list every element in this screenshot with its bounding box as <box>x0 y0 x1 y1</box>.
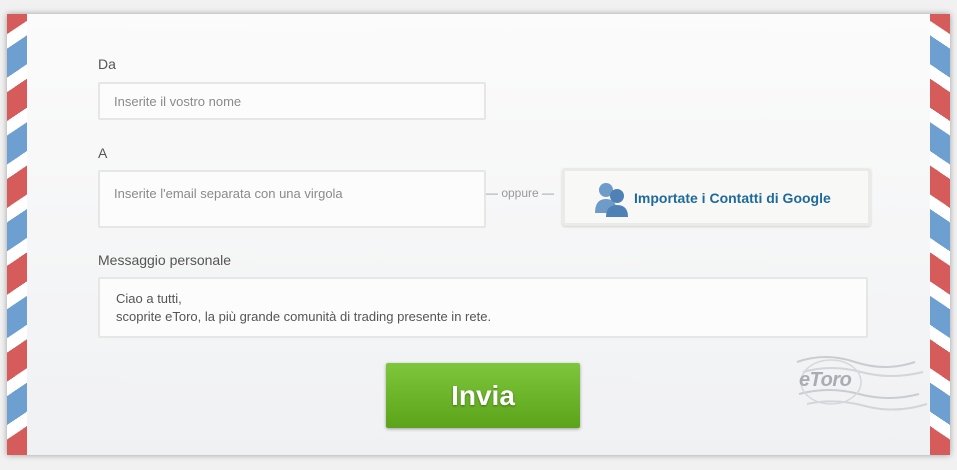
or-separator: — oppure — <box>486 186 555 200</box>
import-google-contacts-label: Importate i Contatti di Google <box>634 190 831 206</box>
to-email-input[interactable]: Inserite l'email separata con una virgol… <box>98 170 486 228</box>
personal-message-textarea[interactable]: Ciao a tutti, scoprite eToro, la più gra… <box>98 277 868 338</box>
send-button[interactable]: Invia <box>386 363 580 428</box>
contacts-icon <box>593 177 633 217</box>
to-label: A <box>98 145 108 161</box>
from-label: Da <box>98 56 116 72</box>
message-line: Ciao a tutti, <box>116 291 182 306</box>
to-email-placeholder: Inserite l'email separata con una virgol… <box>114 186 343 201</box>
from-name-input[interactable]: Inserite il vostro nome <box>98 82 486 120</box>
airmail-border-right <box>930 14 950 455</box>
message-line: scoprite eToro, la più grande comunità d… <box>116 309 492 324</box>
etoro-postmark: eToro <box>795 350 930 416</box>
airmail-border-left <box>7 14 27 455</box>
etoro-stamp-logo: eToro <box>799 369 852 391</box>
message-label: Messaggio personale <box>98 252 232 268</box>
from-name-placeholder: Inserite il vostro nome <box>114 94 242 109</box>
import-google-contacts-button[interactable]: Importate i Contatti di Google <box>562 168 871 226</box>
